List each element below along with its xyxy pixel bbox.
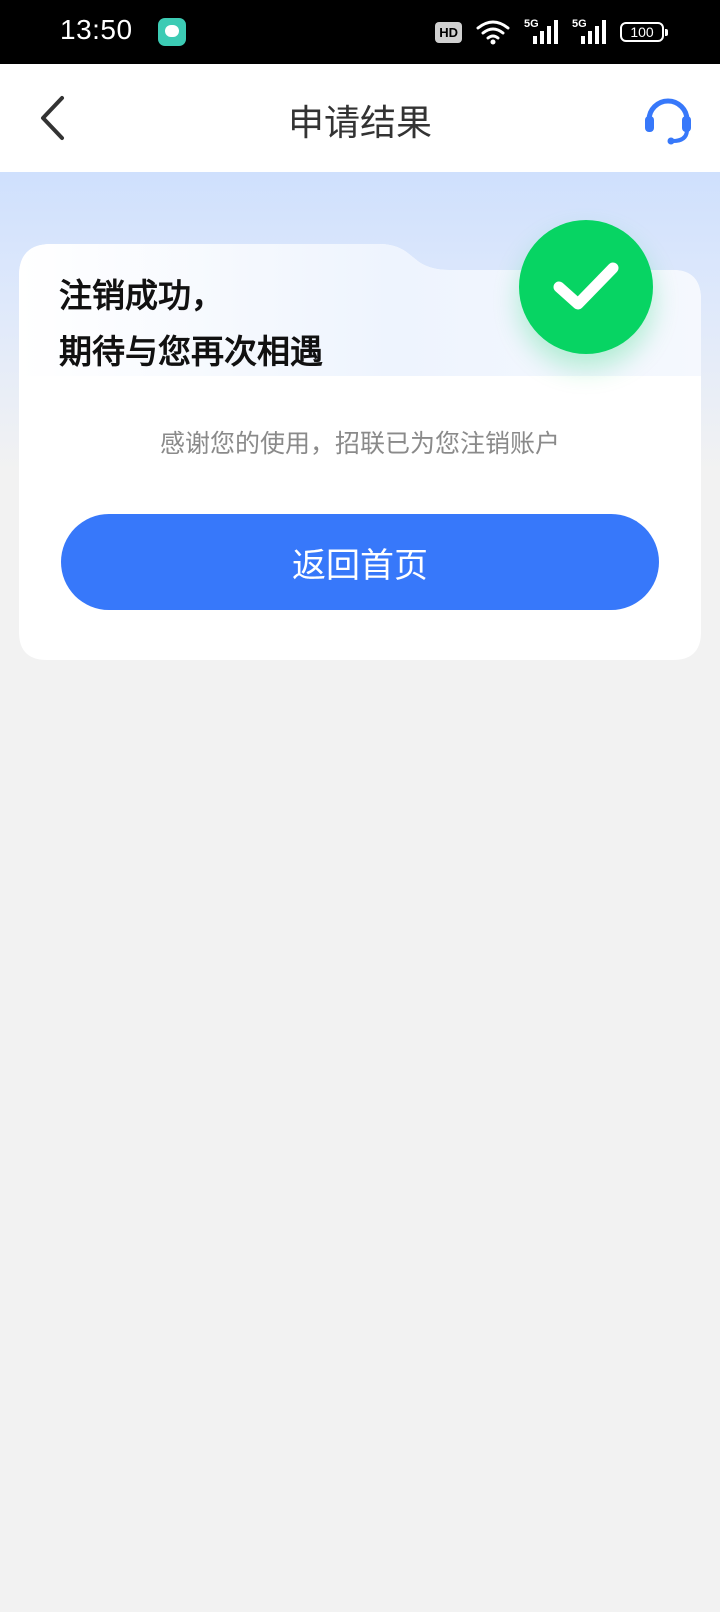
status-time: 13:50	[60, 14, 133, 45]
nav-bar: 申请结果	[0, 64, 720, 172]
signal-strength-1: 5G	[524, 18, 558, 46]
signal-bars-icon	[581, 20, 606, 44]
success-badge	[519, 220, 653, 354]
battery-icon: 100	[620, 22, 668, 42]
card-title-line-1: 注销成功，	[59, 276, 224, 315]
status-indicators: HD 5G 5G 100	[435, 16, 668, 48]
status-bar: 13:50 HD 5G 5G 100	[0, 0, 720, 64]
result-card: 注销成功， 期待与您再次相遇 感谢您的使用，招联已为您注销账户 返回首页	[19, 220, 701, 660]
card-title-line-2: 期待与您再次相遇	[59, 332, 323, 371]
wifi-icon	[476, 20, 510, 45]
signal-bars-icon	[533, 20, 558, 44]
app-notification-icon	[158, 18, 186, 46]
signal-strength-2: 5G	[572, 18, 606, 46]
headset-icon	[645, 98, 691, 145]
customer-service-button[interactable]	[640, 90, 696, 146]
page-title: 申请结果	[287, 103, 432, 144]
card-message: 感谢您的使用，招联已为您注销账户	[159, 429, 560, 458]
hd-badge: HD	[435, 21, 462, 43]
checkmark-icon	[553, 262, 619, 310]
return-home-button[interactable]: 返回首页	[61, 514, 659, 610]
card-title: 注销成功， 期待与您再次相遇	[59, 268, 323, 380]
